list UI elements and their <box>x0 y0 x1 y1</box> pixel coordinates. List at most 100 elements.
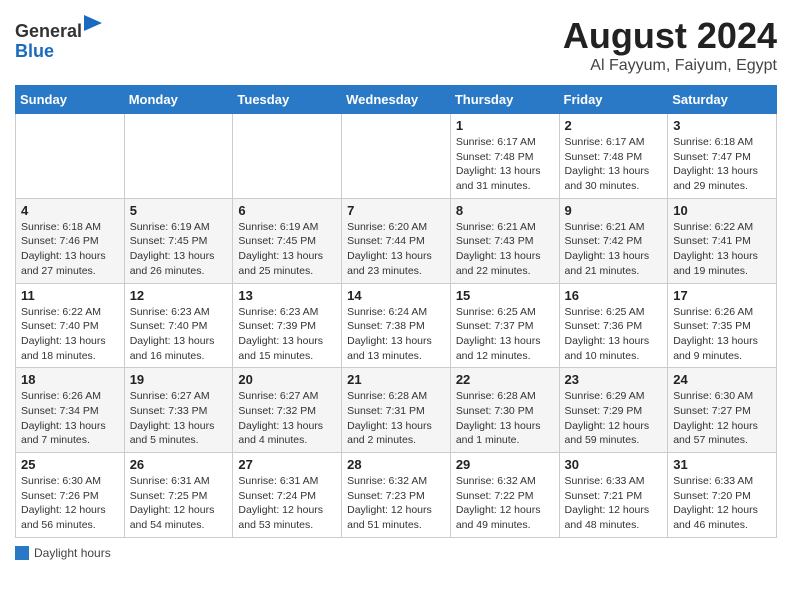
calendar-day-cell: 16 Sunrise: 6:25 AM Sunset: 7:36 PM Dayli… <box>559 283 668 368</box>
logo-blue: Blue <box>15 41 54 61</box>
day-info: Sunrise: 6:22 AM Sunset: 7:40 PM Dayligh… <box>21 305 119 364</box>
calendar-day-cell: 18 Sunrise: 6:26 AM Sunset: 7:34 PM Dayli… <box>16 368 125 453</box>
calendar-day-cell: 10Sunrise: 6:22 AM Sunset: 7:41 PM Dayli… <box>668 198 777 283</box>
calendar-day-cell <box>233 114 342 199</box>
day-number: 16 <box>565 288 663 303</box>
calendar-week-row: 11 Sunrise: 6:22 AM Sunset: 7:40 PM Dayli… <box>16 283 777 368</box>
day-info: Sunrise: 6:33 AM Sunset: 7:21 PM Dayligh… <box>565 474 663 533</box>
day-number: 3 <box>673 118 771 133</box>
calendar-day-header: Thursday <box>450 86 559 114</box>
calendar-day-header: Wednesday <box>342 86 451 114</box>
legend-label: Daylight hours <box>34 546 111 560</box>
day-number: 11 <box>21 288 119 303</box>
day-info: Sunrise: 6:18 AM Sunset: 7:47 PM Dayligh… <box>673 135 771 194</box>
logo-icon <box>84 15 102 37</box>
calendar-day-cell: 8 Sunrise: 6:21 AM Sunset: 7:43 PM Daylig… <box>450 198 559 283</box>
day-number: 14 <box>347 288 445 303</box>
day-number: 20 <box>238 372 336 387</box>
calendar-day-header: Saturday <box>668 86 777 114</box>
day-info: Sunrise: 6:31 AM Sunset: 7:24 PM Dayligh… <box>238 474 336 533</box>
day-number: 29 <box>456 457 554 472</box>
calendar-day-cell: 27 Sunrise: 6:31 AM Sunset: 7:24 PM Dayli… <box>233 453 342 538</box>
day-number: 23 <box>565 372 663 387</box>
calendar-day-cell: 12Sunrise: 6:23 AM Sunset: 7:40 PM Dayli… <box>124 283 233 368</box>
day-info: Sunrise: 6:25 AM Sunset: 7:36 PM Dayligh… <box>565 305 663 364</box>
day-info: Sunrise: 6:30 AM Sunset: 7:27 PM Dayligh… <box>673 389 771 448</box>
day-number: 7 <box>347 203 445 218</box>
calendar-day-cell: 21Sunrise: 6:28 AM Sunset: 7:31 PM Dayli… <box>342 368 451 453</box>
legend: Daylight hours <box>15 546 777 563</box>
day-info: Sunrise: 6:23 AM Sunset: 7:39 PM Dayligh… <box>238 305 336 364</box>
calendar-day-cell: 17Sunrise: 6:26 AM Sunset: 7:35 PM Dayli… <box>668 283 777 368</box>
day-info: Sunrise: 6:33 AM Sunset: 7:20 PM Dayligh… <box>673 474 771 533</box>
logo-text: General Blue <box>15 15 102 62</box>
legend-color-box <box>15 546 29 560</box>
calendar-week-row: 1 Sunrise: 6:17 AM Sunset: 7:48 PM Daylig… <box>16 114 777 199</box>
day-number: 6 <box>238 203 336 218</box>
calendar-day-cell: 6 Sunrise: 6:19 AM Sunset: 7:45 PM Daylig… <box>233 198 342 283</box>
page-header: General Blue August 2024 Al Fayyum, Faiy… <box>15 15 777 75</box>
calendar-day-cell: 7 Sunrise: 6:20 AM Sunset: 7:44 PM Daylig… <box>342 198 451 283</box>
calendar-day-header: Friday <box>559 86 668 114</box>
legend-item: Daylight hours <box>15 546 111 560</box>
day-info: Sunrise: 6:19 AM Sunset: 7:45 PM Dayligh… <box>238 220 336 279</box>
calendar-day-cell: 29 Sunrise: 6:32 AM Sunset: 7:22 PM Dayli… <box>450 453 559 538</box>
day-number: 28 <box>347 457 445 472</box>
month-title: August 2024 <box>563 15 777 57</box>
day-info: Sunrise: 6:21 AM Sunset: 7:43 PM Dayligh… <box>456 220 554 279</box>
calendar-day-cell <box>124 114 233 199</box>
day-number: 17 <box>673 288 771 303</box>
day-info: Sunrise: 6:25 AM Sunset: 7:37 PM Dayligh… <box>456 305 554 364</box>
calendar-week-row: 18 Sunrise: 6:26 AM Sunset: 7:34 PM Dayli… <box>16 368 777 453</box>
day-number: 31 <box>673 457 771 472</box>
day-info: Sunrise: 6:29 AM Sunset: 7:29 PM Dayligh… <box>565 389 663 448</box>
day-info: Sunrise: 6:31 AM Sunset: 7:25 PM Dayligh… <box>130 474 228 533</box>
day-info: Sunrise: 6:30 AM Sunset: 7:26 PM Dayligh… <box>21 474 119 533</box>
day-info: Sunrise: 6:17 AM Sunset: 7:48 PM Dayligh… <box>565 135 663 194</box>
day-info: Sunrise: 6:27 AM Sunset: 7:32 PM Dayligh… <box>238 389 336 448</box>
title-area: August 2024 Al Fayyum, Faiyum, Egypt <box>563 15 777 75</box>
calendar-day-cell: 4 Sunrise: 6:18 AM Sunset: 7:46 PM Daylig… <box>16 198 125 283</box>
calendar-day-header: Monday <box>124 86 233 114</box>
day-info: Sunrise: 6:20 AM Sunset: 7:44 PM Dayligh… <box>347 220 445 279</box>
day-number: 15 <box>456 288 554 303</box>
calendar-day-cell: 28Sunrise: 6:32 AM Sunset: 7:23 PM Dayli… <box>342 453 451 538</box>
calendar-week-row: 4 Sunrise: 6:18 AM Sunset: 7:46 PM Daylig… <box>16 198 777 283</box>
calendar-day-cell: 11 Sunrise: 6:22 AM Sunset: 7:40 PM Dayli… <box>16 283 125 368</box>
day-number: 25 <box>21 457 119 472</box>
calendar-day-cell: 5Sunrise: 6:19 AM Sunset: 7:45 PM Daylig… <box>124 198 233 283</box>
day-number: 22 <box>456 372 554 387</box>
day-info: Sunrise: 6:17 AM Sunset: 7:48 PM Dayligh… <box>456 135 554 194</box>
day-number: 2 <box>565 118 663 133</box>
day-number: 8 <box>456 203 554 218</box>
day-info: Sunrise: 6:32 AM Sunset: 7:22 PM Dayligh… <box>456 474 554 533</box>
day-number: 19 <box>130 372 228 387</box>
day-info: Sunrise: 6:26 AM Sunset: 7:34 PM Dayligh… <box>21 389 119 448</box>
day-number: 13 <box>238 288 336 303</box>
calendar-day-cell: 15 Sunrise: 6:25 AM Sunset: 7:37 PM Dayli… <box>450 283 559 368</box>
calendar-day-cell: 2 Sunrise: 6:17 AM Sunset: 7:48 PM Daylig… <box>559 114 668 199</box>
calendar-day-cell: 13 Sunrise: 6:23 AM Sunset: 7:39 PM Dayli… <box>233 283 342 368</box>
calendar-day-cell: 14Sunrise: 6:24 AM Sunset: 7:38 PM Dayli… <box>342 283 451 368</box>
day-number: 4 <box>21 203 119 218</box>
day-number: 26 <box>130 457 228 472</box>
day-info: Sunrise: 6:23 AM Sunset: 7:40 PM Dayligh… <box>130 305 228 364</box>
calendar-day-cell: 30Sunrise: 6:33 AM Sunset: 7:21 PM Dayli… <box>559 453 668 538</box>
calendar-day-cell: 23 Sunrise: 6:29 AM Sunset: 7:29 PM Dayli… <box>559 368 668 453</box>
logo-general: General <box>15 21 82 41</box>
day-number: 1 <box>456 118 554 133</box>
day-info: Sunrise: 6:28 AM Sunset: 7:30 PM Dayligh… <box>456 389 554 448</box>
calendar-day-cell: 3 Sunrise: 6:18 AM Sunset: 7:47 PM Daylig… <box>668 114 777 199</box>
calendar-day-cell: 26 Sunrise: 6:31 AM Sunset: 7:25 PM Dayli… <box>124 453 233 538</box>
calendar-day-cell: 9Sunrise: 6:21 AM Sunset: 7:42 PM Daylig… <box>559 198 668 283</box>
day-number: 10 <box>673 203 771 218</box>
calendar-table: SundayMondayTuesdayWednesdayThursdayFrid… <box>15 85 777 538</box>
calendar-header-row: SundayMondayTuesdayWednesdayThursdayFrid… <box>16 86 777 114</box>
day-info: Sunrise: 6:19 AM Sunset: 7:45 PM Dayligh… <box>130 220 228 279</box>
day-number: 18 <box>21 372 119 387</box>
day-number: 27 <box>238 457 336 472</box>
logo: General Blue <box>15 15 102 62</box>
day-info: Sunrise: 6:18 AM Sunset: 7:46 PM Dayligh… <box>21 220 119 279</box>
calendar-day-cell: 24Sunrise: 6:30 AM Sunset: 7:27 PM Dayli… <box>668 368 777 453</box>
calendar-day-cell: 31 Sunrise: 6:33 AM Sunset: 7:20 PM Dayli… <box>668 453 777 538</box>
